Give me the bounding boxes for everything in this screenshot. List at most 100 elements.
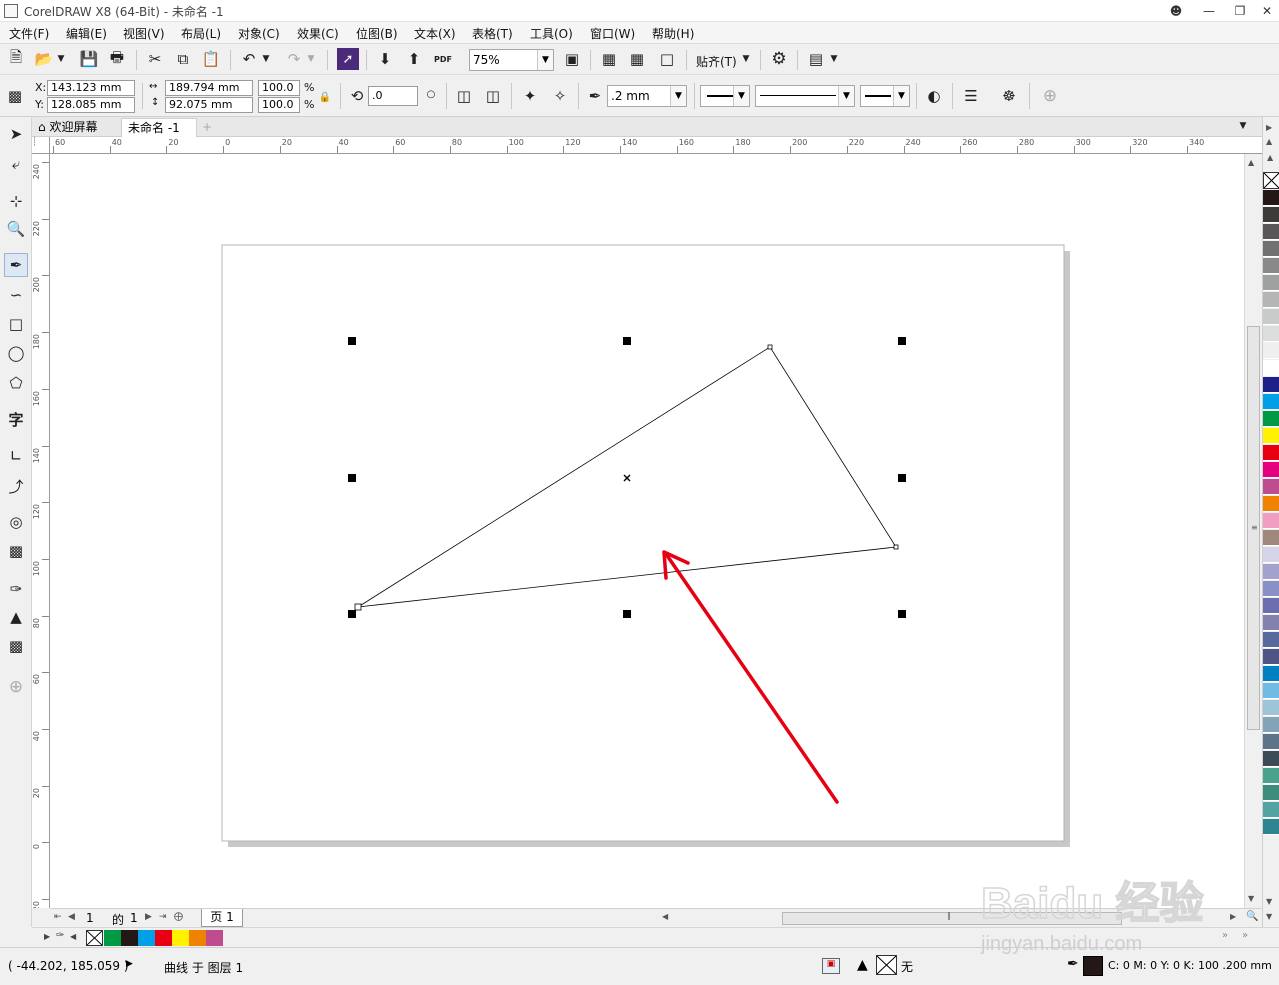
color-proof-icon[interactable]: ▣ [822,958,840,974]
palette-swatch[interactable] [1263,649,1279,665]
scroll-left-icon[interactable]: ◀ [662,912,668,921]
show-grid-icon[interactable]: ▦ [626,48,648,70]
palette-swatch[interactable] [1263,785,1279,801]
palette-swatch[interactable] [1263,700,1279,716]
text-tool-icon[interactable]: 字 [4,407,28,431]
doc-palette-swatch[interactable] [155,930,172,946]
palette-swatch[interactable] [1263,683,1279,699]
import-icon[interactable]: ⬇ [374,48,396,70]
selection-handle[interactable] [898,337,906,345]
chevron-down-icon[interactable]: ▼ [893,86,909,106]
show-guidelines-icon[interactable]: □ [656,48,678,70]
no-color-swatch[interactable] [1263,172,1279,189]
width-field[interactable]: 189.794 mm [165,80,253,96]
pick-tool-icon[interactable]: ➤ [4,122,28,146]
doc-palette-swatch[interactable] [206,930,223,946]
new-document-icon[interactable]: 🗎 [5,48,27,70]
doc-no-color-swatch[interactable] [86,930,103,946]
blend-tool-icon[interactable]: ◎ [4,510,28,534]
minimize-button[interactable]: — [1196,2,1222,20]
palette-swatch[interactable] [1263,479,1279,495]
zoom-navigator-icon[interactable]: 🔍 [1246,911,1258,922]
snap-dropdown-icon[interactable]: ▼ [740,48,752,70]
palette-swatch[interactable] [1263,394,1279,410]
selection-handle[interactable] [898,610,906,618]
curve-node[interactable] [893,544,899,550]
open-dropdown-icon[interactable]: ▼ [55,48,67,70]
restore-button[interactable]: ❐ [1227,2,1253,20]
search-content-icon[interactable]: ➚ [337,48,359,70]
add-tool-icon[interactable]: ⊕ [4,675,28,699]
interactive-fill-icon[interactable]: ▲ [4,605,28,629]
doc-palette-scroll-right-icon[interactable]: » [1222,930,1228,941]
zoom-tool-icon[interactable]: 🔍 [4,217,28,241]
add-plus-icon[interactable]: ⊕ [1039,85,1061,107]
snap-to-label[interactable]: 贴齐(T) [696,53,737,70]
open-icon[interactable]: 📂 [33,48,55,70]
palette-swatch[interactable] [1263,224,1279,240]
rotation-angle-field[interactable]: .0 [368,86,418,106]
scroll-down-icon[interactable]: ▼ [1248,894,1254,903]
palette-swatch[interactable] [1263,615,1279,631]
scale-width-field[interactable]: 100.0 [258,80,300,96]
doc-palette-scroll-end-icon[interactable]: » [1242,930,1248,941]
palette-swatch[interactable] [1263,258,1279,274]
pdf-export-icon[interactable]: PDF [432,48,454,70]
menu-layout[interactable]: 布局(L) [181,25,221,42]
vertical-scrollbar[interactable]: ▲ ≡ ▼ [1244,154,1262,908]
menu-bitmaps[interactable]: 位图(B) [356,25,398,42]
status-arrow-icon[interactable]: ▶ [126,959,133,969]
next-page-icon[interactable]: ▶ [145,912,152,922]
palette-scroll-up-icon[interactable]: ▲ [1267,153,1273,162]
horizontal-ruler[interactable]: 60 40 20 0 20 40 60 80 100 120 140 160 180 200 220 240 2… [50,137,1262,154]
curve-nodes-icon[interactable]: ✦ [519,85,541,107]
x-position-field[interactable]: 143.123 mm [47,80,135,96]
menu-text[interactable]: 文本(X) [414,25,456,42]
palette-swatch[interactable] [1263,802,1279,818]
y-position-field[interactable]: 128.085 mm [47,97,135,113]
selection-handle[interactable] [623,610,631,618]
palette-swatch[interactable] [1263,292,1279,308]
menu-object[interactable]: 对象(C) [238,25,280,42]
reference-point-icon[interactable]: ▩ [4,85,26,107]
vertical-ruler[interactable]: 240 220 200 180 160 140 120 100 80 60 40 20 0 20 [32,154,50,908]
text-wrap-icon[interactable]: ☰ [960,85,982,107]
vertical-scroll-thumb[interactable]: ≡ [1247,326,1260,730]
palette-swatch[interactable] [1263,666,1279,682]
palette-swatch[interactable] [1263,564,1279,580]
curve-node[interactable] [767,344,773,350]
last-page-icon[interactable]: ⇥ [159,912,167,922]
height-field[interactable]: 92.075 mm [165,97,253,113]
rectangle-tool-icon[interactable]: □ [4,312,28,336]
outline-color-swatch[interactable] [1083,956,1103,976]
tab-document[interactable]: 未命名 -1 [121,118,197,137]
palette-swatch[interactable] [1263,241,1279,257]
menu-file[interactable]: 文件(F) [9,25,49,42]
tab-welcome[interactable]: ⌂ 欢迎屏幕 [32,118,120,137]
undo-dropdown-icon[interactable]: ▼ [260,48,272,70]
palette-swatch[interactable] [1263,547,1279,563]
artistic-media-icon[interactable]: ∽ [4,283,28,307]
ruler-origin[interactable]: ┊ [32,137,50,154]
doc-palette-eyedropper-icon[interactable]: ✑ [56,930,64,941]
account-icon[interactable]: ☻ [1163,2,1189,20]
tabs-dropdown-icon[interactable]: ▼ [1234,117,1252,135]
palette-swatch[interactable] [1263,377,1279,393]
palette-swatch[interactable] [1263,275,1279,291]
menu-tools[interactable]: 工具(O) [530,25,573,42]
palette-swatch[interactable] [1263,428,1279,444]
chevron-down-icon[interactable]: ▼ [670,86,686,106]
palette-swatch[interactable] [1263,751,1279,767]
menu-window[interactable]: 窗口(W) [590,25,635,42]
palette-swatch[interactable] [1263,530,1279,546]
lock-ratio-icon[interactable]: 🔒 [317,86,333,108]
doc-palette-swatch[interactable] [189,930,206,946]
mirror-vertical-icon[interactable]: ◫ [482,85,504,107]
first-page-icon[interactable]: ⇤ [54,912,62,922]
palette-swatch[interactable] [1263,598,1279,614]
eyedropper-icon[interactable]: ✑ [4,577,28,601]
menu-edit[interactable]: 编辑(E) [66,25,107,42]
crop-tool-icon[interactable]: ⊹ [4,189,28,213]
redo-dropdown-icon[interactable]: ▼ [305,48,317,70]
palette-swatch[interactable] [1263,309,1279,325]
